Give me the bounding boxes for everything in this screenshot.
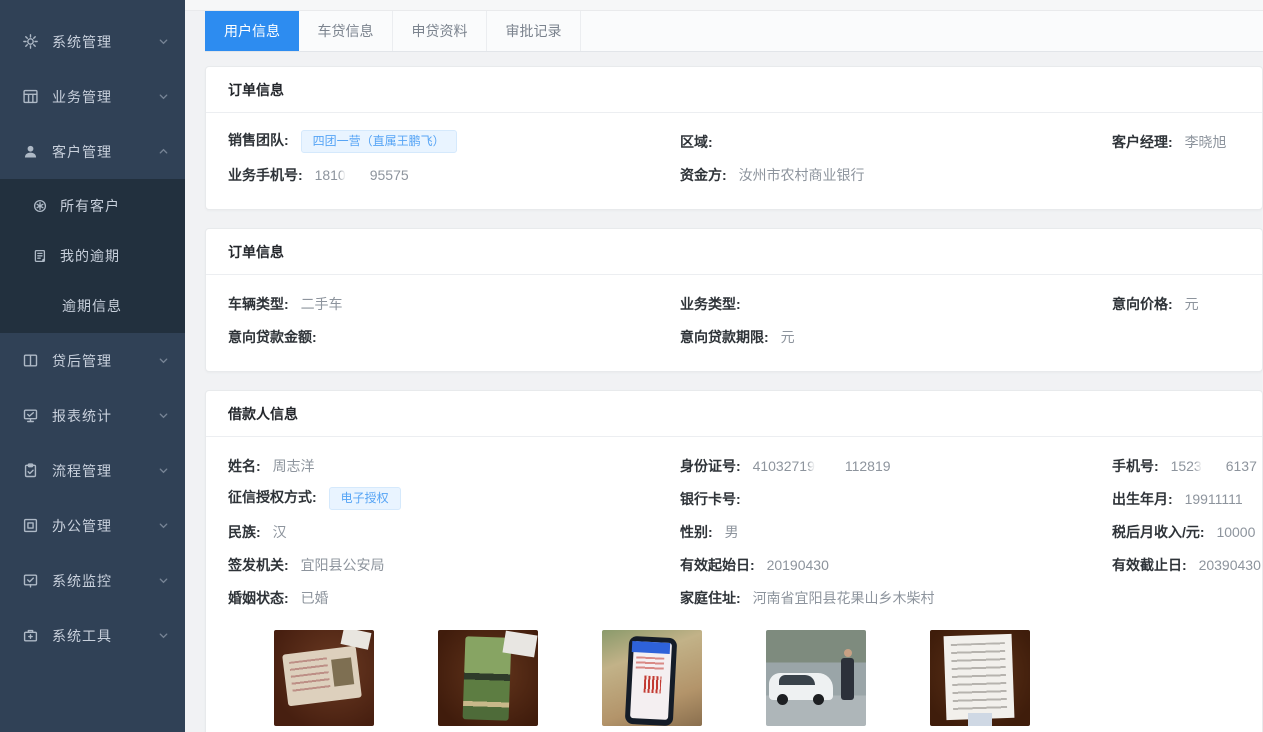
sidebar-item-customer-mgmt[interactable]: 客户管理: [0, 124, 185, 179]
person-with-car-photo[interactable]: [766, 630, 866, 732]
sidebar: 系统管理 业务管理 客户管理: [0, 0, 185, 732]
sidebar-item-label: 流程管理: [52, 461, 158, 481]
sidebar-item-label: 系统监控: [52, 571, 158, 591]
borrower-info-card: 借款人信息 姓名: 周志洋 身份证号: 41032719112819 手机号: …: [205, 390, 1263, 732]
field-intent-loan-term: 意向贷款期限: 元: [680, 327, 1112, 347]
circle-asterisk-icon: [32, 198, 48, 214]
grid-icon: [22, 89, 38, 105]
tab-loan-application-docs[interactable]: 申贷资料: [393, 11, 487, 51]
borrower-photos: [274, 630, 1240, 732]
sidebar-item-postloan-mgmt[interactable]: 贷后管理: [0, 333, 185, 388]
field-gender: 性别: 男: [680, 522, 1112, 542]
field-business-type: 业务类型:: [680, 294, 1112, 314]
field-ethnic: 民族: 汉: [228, 522, 680, 542]
sidebar-item-label: 贷后管理: [52, 351, 158, 371]
sidebar-item-label: 报表统计: [52, 406, 158, 426]
sidebar-item-label: 系统工具: [52, 626, 158, 646]
sales-team-tag[interactable]: 四团一营（直属王鹏飞）: [301, 130, 457, 152]
chevron-down-icon: [158, 465, 169, 476]
top-strip: [185, 0, 1263, 11]
toolbox-icon: [22, 628, 38, 644]
chevron-down-icon: [158, 575, 169, 586]
field-business-phone: 业务手机号: 181095575: [228, 165, 680, 185]
field-intent-price: 意向价格: 元: [1112, 294, 1240, 314]
card-title: 订单信息: [206, 229, 1262, 275]
field-funder: 资金方: 汝州市农村商业银行: [680, 165, 1112, 185]
field-mobile: 手机号: 15236137: [1112, 456, 1257, 476]
chevron-down-icon: [158, 36, 169, 47]
detail-tabs: 用户信息 车贷信息 申贷资料 审批记录: [205, 11, 1263, 52]
field-vehicle-type: 车辆类型: 二手车: [228, 294, 680, 314]
field-birth: 出生年月: 19911111: [1112, 489, 1243, 509]
chevron-down-icon: [158, 355, 169, 366]
book-icon: [22, 353, 38, 369]
sidebar-item-business-mgmt[interactable]: 业务管理: [0, 69, 185, 124]
field-customer-manager: 客户经理: 李晓旭: [1112, 132, 1240, 152]
sidebar-submenu-customer: 所有客户 我的逾期 逾期信息: [0, 179, 185, 333]
main-content: 用户信息 车贷信息 申贷资料 审批记录 订单信息 销售团队: 四团一营（直属王鹏…: [185, 0, 1263, 732]
notebook-icon: [32, 248, 48, 264]
phone-qr-photo[interactable]: [602, 630, 702, 732]
field-bank-card: 银行卡号:: [680, 489, 1112, 509]
green-booklet-photo[interactable]: [438, 630, 538, 732]
paper-document-photo[interactable]: [930, 630, 1030, 732]
field-address: 家庭住址: 河南省宜阳县花果山乡木柴村: [680, 588, 1112, 608]
sidebar-item-label: 我的逾期: [60, 246, 169, 266]
sidebar-item-system-mgmt[interactable]: 系统管理: [0, 14, 185, 69]
clipboard-icon: [22, 463, 38, 479]
field-intent-loan-amount: 意向贷款金额:: [228, 327, 680, 347]
gear-icon: [22, 34, 38, 50]
sidebar-item-system-monitor[interactable]: 系统监控: [0, 553, 185, 608]
sidebar-item-office-mgmt[interactable]: 办公管理: [0, 498, 185, 553]
chevron-down-icon: [158, 91, 169, 102]
sidebar-item-process-mgmt[interactable]: 流程管理: [0, 443, 185, 498]
field-credit-auth: 征信授权方式: 电子授权: [228, 487, 680, 509]
field-region: 区域:: [680, 132, 1112, 152]
privacy-blur: [1202, 460, 1226, 472]
field-id-number: 身份证号: 41032719112819: [680, 456, 1112, 476]
tabs-filler: [581, 11, 1263, 51]
sidebar-item-label: 业务管理: [52, 87, 158, 107]
tab-approval-records[interactable]: 审批记录: [487, 11, 581, 51]
sidebar-item-label: 办公管理: [52, 516, 158, 536]
field-name: 姓名: 周志洋: [228, 456, 680, 476]
app-window: 系统管理 业务管理 客户管理: [0, 0, 1263, 732]
order-info-card-2: 订单信息 车辆类型: 二手车 业务类型: 意向价格: 元: [205, 228, 1263, 372]
monitor-check-icon: [22, 573, 38, 589]
tab-user-info[interactable]: 用户信息: [205, 11, 299, 51]
field-valid-to: 有效截止日: 20390430: [1112, 555, 1261, 575]
field-sales-team: 销售团队: 四团一营（直属王鹏飞）: [228, 130, 680, 152]
chevron-up-icon: [158, 146, 169, 157]
privacy-blur: [815, 460, 845, 472]
credit-auth-tag: 电子授权: [329, 487, 401, 509]
privacy-blur: [346, 169, 370, 181]
field-income: 税后月收入/元: 10000: [1112, 522, 1255, 542]
sidebar-item-label: 所有客户: [60, 196, 169, 216]
field-issuer: 签发机关: 宜阳县公安局: [228, 555, 680, 575]
sidebar-item-all-customers[interactable]: 所有客户: [0, 181, 185, 231]
chevron-down-icon: [158, 630, 169, 641]
card-title: 借款人信息: [206, 391, 1262, 437]
monitor-icon: [22, 408, 38, 424]
sidebar-item-overdue-info[interactable]: 逾期信息: [0, 281, 185, 331]
chevron-down-icon: [158, 410, 169, 421]
tab-car-loan-info[interactable]: 车贷信息: [299, 11, 393, 51]
component-icon: [22, 518, 38, 534]
sidebar-item-my-overdue[interactable]: 我的逾期: [0, 231, 185, 281]
field-marital: 婚姻状态: 已婚: [228, 588, 680, 608]
id-card-photo[interactable]: [274, 630, 374, 732]
sidebar-item-report-stats[interactable]: 报表统计: [0, 388, 185, 443]
sidebar-item-label: 系统管理: [52, 32, 158, 52]
user-icon: [22, 144, 38, 160]
card-title: 订单信息: [206, 67, 1262, 113]
sidebar-item-system-tools[interactable]: 系统工具: [0, 608, 185, 663]
chevron-down-icon: [158, 520, 169, 531]
sidebar-item-label: 逾期信息: [62, 296, 169, 316]
sidebar-item-label: 客户管理: [52, 142, 158, 162]
order-info-card-1: 订单信息 销售团队: 四团一营（直属王鹏飞） 区域: 客户经理: 李晓旭: [205, 66, 1263, 210]
field-valid-from: 有效起始日: 20190430: [680, 555, 1112, 575]
